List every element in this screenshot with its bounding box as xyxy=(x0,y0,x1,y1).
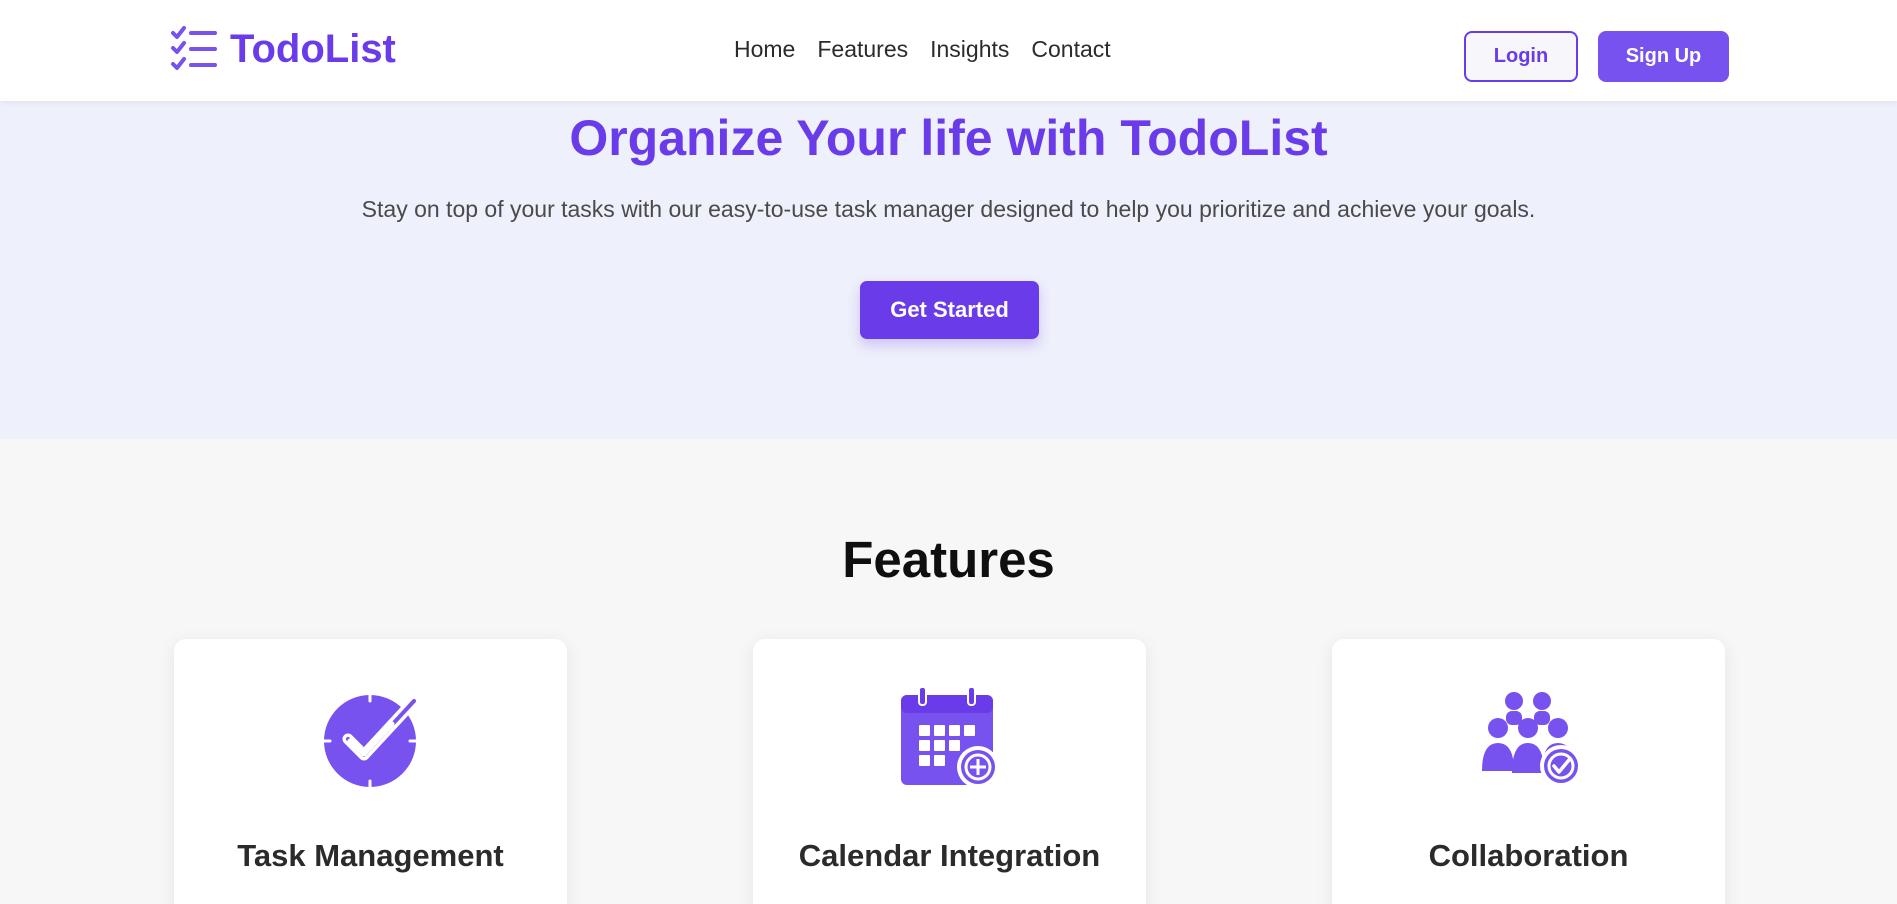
nav-features-link[interactable]: Features xyxy=(817,36,908,63)
navbar: TodoList Home Features Insights Contact … xyxy=(0,0,1897,101)
logo[interactable]: TodoList xyxy=(170,26,396,72)
hero-section: Organize Your life with TodoList Stay on… xyxy=(0,101,1897,439)
get-started-button[interactable]: Get Started xyxy=(860,281,1039,339)
feature-title: Task Management xyxy=(237,838,504,873)
nav-home-link[interactable]: Home xyxy=(734,36,795,63)
team-check-icon xyxy=(1482,692,1582,787)
hero-subtitle: Stay on top of your tasks with our easy-… xyxy=(361,196,1536,222)
signup-button[interactable]: Sign Up xyxy=(1598,31,1729,82)
feature-title: Collaboration xyxy=(1428,838,1629,873)
nav-insights-link[interactable]: Insights xyxy=(930,36,1009,63)
features-heading: Features xyxy=(842,531,1055,588)
feature-card-calendar-integration: Calendar Integration xyxy=(753,639,1146,904)
feature-card-collaboration: Collaboration xyxy=(1332,639,1725,904)
calendar-plus-icon xyxy=(901,687,999,788)
main-nav: Home Features Insights Contact xyxy=(734,36,1111,63)
feature-card-task-management: Task Management xyxy=(174,639,567,904)
feature-title: Calendar Integration xyxy=(798,838,1101,873)
hero-title: Organize Your life with TodoList xyxy=(569,110,1328,166)
login-button[interactable]: Login xyxy=(1464,31,1578,82)
checklist-icon xyxy=(171,26,217,70)
clock-check-icon xyxy=(322,693,420,789)
nav-contact-link[interactable]: Contact xyxy=(1031,36,1110,63)
logo-text: TodoList xyxy=(230,26,396,71)
